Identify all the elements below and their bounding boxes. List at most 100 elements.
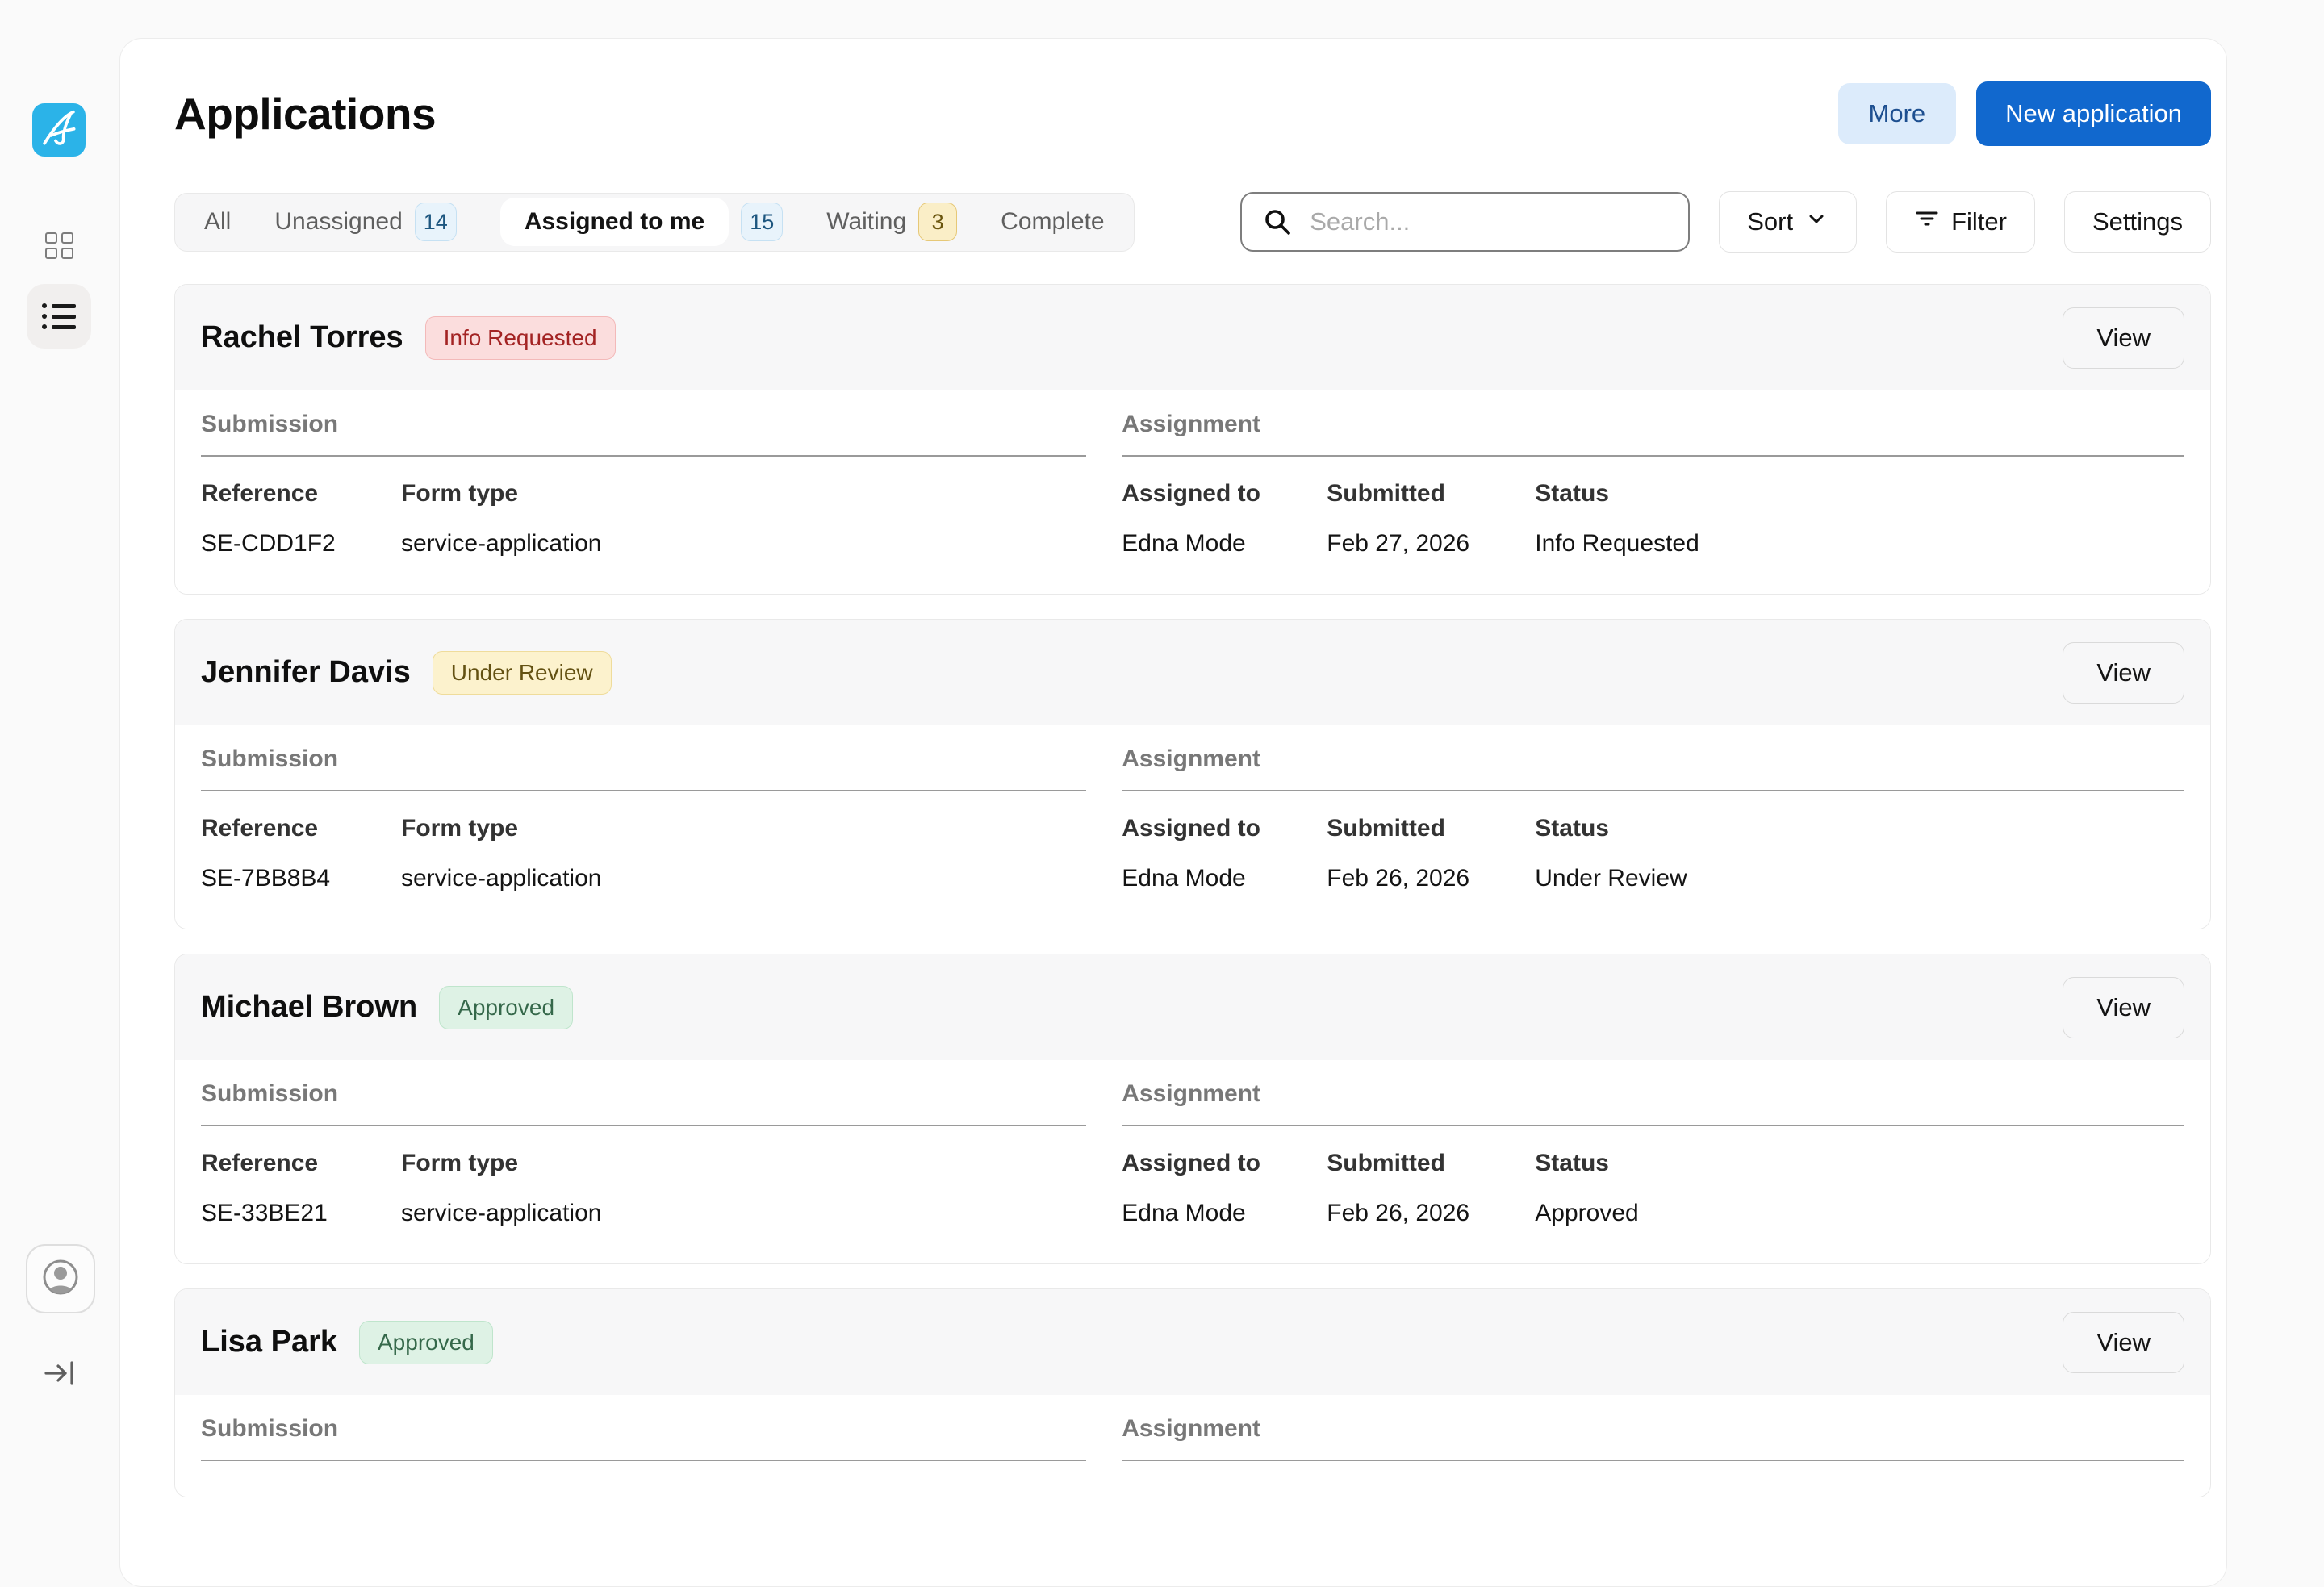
form-type-label: Form type [401, 1149, 518, 1178]
assigned-to-label: Assigned to [1122, 1149, 1327, 1178]
app-logo[interactable] [32, 103, 86, 157]
divider [1122, 790, 2184, 791]
application-card: Rachel Torres Info Requested View Submis… [174, 284, 2211, 595]
new-application-button[interactable]: New application [1976, 81, 2211, 146]
status-label: Status [1535, 814, 1609, 843]
status-value: Info Requested [1535, 529, 1699, 558]
sidebar [0, 0, 119, 1452]
card-body: Submission Assignment [175, 1395, 2210, 1497]
search-icon [1263, 207, 1292, 236]
more-button[interactable]: More [1838, 83, 1957, 144]
application-cards: Rachel Torres Info Requested View Submis… [174, 284, 2211, 1497]
section-title: Submission [201, 1080, 1086, 1109]
view-button[interactable]: View [2063, 1312, 2184, 1373]
card-body: Submission Reference Form type SE-7BB8B4… [175, 725, 2210, 929]
status-value: Approved [1535, 1199, 1638, 1228]
submission-section: Submission [201, 1414, 1086, 1461]
search-input[interactable] [1240, 192, 1690, 252]
right-controls: Sort Filter Settings [1240, 191, 2211, 253]
application-card: Michael Brown Approved View Submission R… [174, 954, 2211, 1264]
status-value: Under Review [1535, 864, 1687, 893]
assignment-section: Assignment Assigned to Submitted Status … [1122, 1080, 2184, 1228]
search-box [1240, 192, 1690, 252]
assigned-to-label: Assigned to [1122, 479, 1327, 508]
form-type-label: Form type [401, 814, 518, 843]
collapse-sidebar-button[interactable] [42, 1357, 77, 1393]
reference-value: SE-7BB8B4 [201, 864, 401, 893]
section-title: Submission [201, 410, 1086, 439]
tab-all[interactable]: All [204, 208, 231, 236]
tab-waiting[interactable]: Waiting 3 [826, 203, 957, 241]
tab-complete[interactable]: Complete [1001, 208, 1104, 236]
application-card: Jennifer Davis Under Review View Submiss… [174, 619, 2211, 929]
reference-label: Reference [201, 814, 401, 843]
header-actions: More New application [1838, 81, 2212, 146]
assignment-section: Assignment [1122, 1414, 2184, 1461]
card-header: Michael Brown Approved View [175, 954, 2210, 1060]
submitted-value: Feb 27, 2026 [1327, 529, 1535, 558]
submitted-label: Submitted [1327, 814, 1535, 843]
tab-unassigned[interactable]: Unassigned 14 [274, 203, 456, 241]
divider [1122, 455, 2184, 457]
status-badge: Approved [359, 1321, 493, 1364]
sidebar-item-applications-list[interactable] [27, 284, 91, 349]
assigned-to-value: Edna Mode [1122, 864, 1327, 893]
card-body: Submission Reference Form type SE-CDD1F2… [175, 390, 2210, 594]
application-card: Lisa Park Approved View Submission Assig… [174, 1288, 2211, 1497]
applicant-name: Rachel Torres [201, 320, 403, 355]
user-avatar-icon [39, 1255, 82, 1303]
tab-assigned-to-me[interactable]: Assigned to me 15 [500, 198, 783, 246]
view-button[interactable]: View [2063, 977, 2184, 1038]
reference-label: Reference [201, 479, 401, 508]
applicant-name: Lisa Park [201, 1325, 337, 1359]
view-button[interactable]: View [2063, 642, 2184, 704]
waiting-count-badge: 3 [918, 203, 957, 241]
submitted-value: Feb 26, 2026 [1327, 864, 1535, 893]
divider [201, 1460, 1086, 1461]
section-title: Submission [201, 1414, 1086, 1443]
filter-lines-icon [1914, 206, 1940, 238]
divider [1122, 1125, 2184, 1126]
controls-row: All Unassigned 14 Assigned to me 15 Wait… [174, 191, 2211, 253]
applicant-name: Jennifer Davis [201, 655, 411, 690]
status-badge: Under Review [433, 651, 612, 695]
profile-button[interactable] [26, 1244, 95, 1313]
assigned-count-badge: 15 [741, 203, 783, 241]
section-title: Assignment [1122, 410, 2184, 439]
card-body: Submission Reference Form type SE-33BE21… [175, 1060, 2210, 1263]
assignment-section: Assignment Assigned to Submitted Status … [1122, 745, 2184, 893]
filter-button[interactable]: Filter [1886, 191, 2035, 253]
submitted-label: Submitted [1327, 479, 1535, 508]
card-header: Lisa Park Approved View [175, 1289, 2210, 1395]
sort-button[interactable]: Sort [1719, 191, 1857, 253]
assignment-section: Assignment Assigned to Submitted Status … [1122, 410, 2184, 558]
divider [1122, 1460, 2184, 1461]
section-title: Assignment [1122, 1414, 2184, 1443]
form-type-value: service-application [401, 864, 601, 893]
reference-value: SE-CDD1F2 [201, 529, 401, 558]
logo-letter-a-icon [38, 107, 80, 153]
list-icon [42, 303, 76, 329]
status-badge: Approved [439, 986, 573, 1029]
settings-button[interactable]: Settings [2064, 191, 2211, 253]
card-header: Rachel Torres Info Requested View [175, 285, 2210, 390]
page-title: Applications [174, 88, 436, 140]
dashboard-grid-icon[interactable] [45, 232, 74, 260]
divider [201, 790, 1086, 791]
form-type-label: Form type [401, 479, 518, 508]
reference-label: Reference [201, 1149, 401, 1178]
status-label: Status [1535, 1149, 1609, 1178]
arrow-to-bar-icon [43, 1356, 77, 1394]
reference-value: SE-33BE21 [201, 1199, 401, 1228]
submission-section: Submission Reference Form type SE-33BE21… [201, 1080, 1086, 1228]
submitted-label: Submitted [1327, 1149, 1535, 1178]
status-badge: Info Requested [425, 316, 616, 360]
form-type-value: service-application [401, 1199, 601, 1228]
form-type-value: service-application [401, 529, 601, 558]
view-button[interactable]: View [2063, 307, 2184, 369]
chevron-down-icon [1804, 207, 1829, 237]
divider [201, 1125, 1086, 1126]
section-title: Assignment [1122, 745, 2184, 774]
assigned-to-label: Assigned to [1122, 814, 1327, 843]
unassigned-count-badge: 14 [415, 203, 457, 241]
